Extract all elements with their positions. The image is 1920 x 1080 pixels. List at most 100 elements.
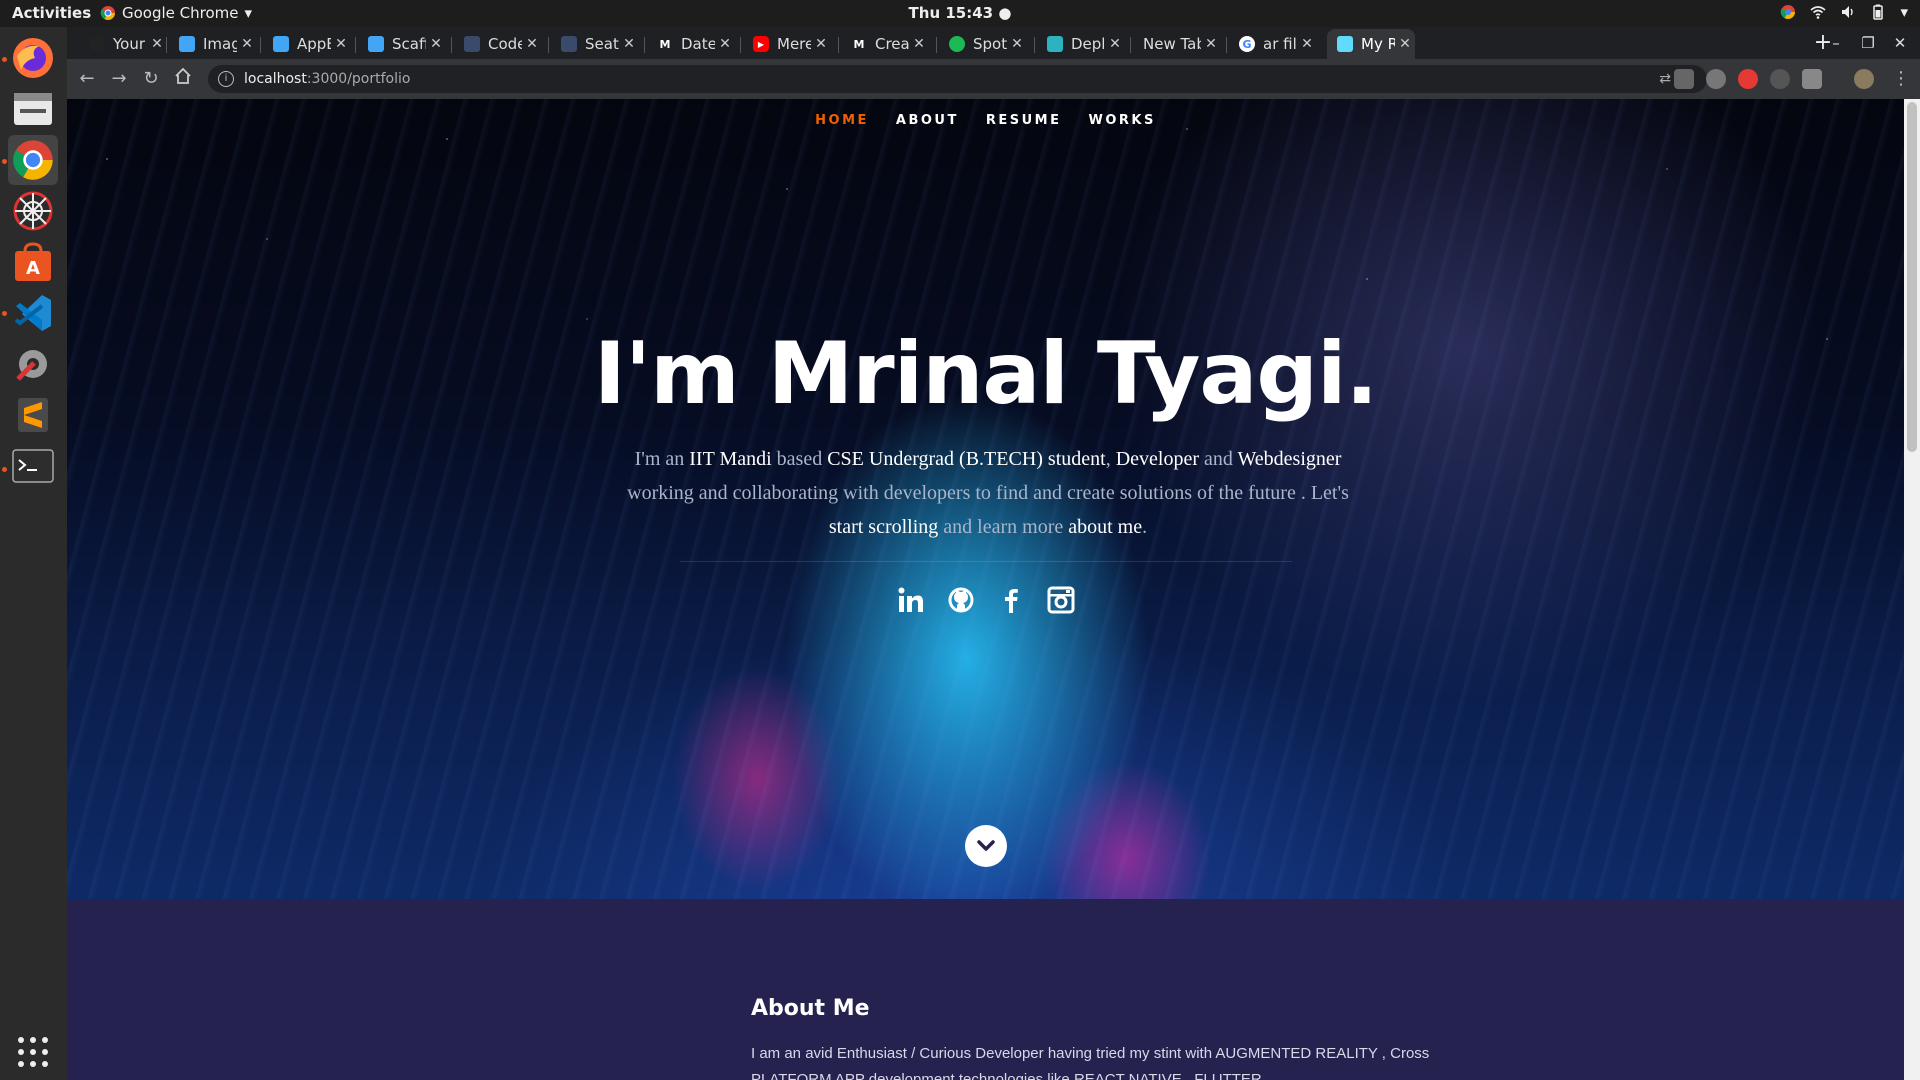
intro-highlight: about me (1068, 516, 1143, 538)
extension-abp-icon[interactable] (1706, 69, 1726, 89)
close-tab-icon[interactable]: ✕ (1395, 36, 1415, 52)
browser-tab[interactable]: Code M✕ (454, 29, 542, 59)
page-scrollbar[interactable] (1904, 99, 1920, 1080)
spider-app-launcher[interactable] (8, 186, 58, 236)
intro-highlight: IIT Mandi (689, 448, 772, 470)
tab-separator (451, 37, 452, 53)
tab-strip: Your Re✕Image cl✕AppBar✕Scaffolc✕Code M✕… (67, 27, 1920, 59)
files-launcher[interactable] (8, 84, 58, 134)
software-center-launcher[interactable]: A (8, 237, 58, 287)
chevron-down-icon (977, 840, 995, 851)
browser-tab[interactable]: AppBar✕ (263, 29, 351, 59)
vscode-launcher[interactable] (8, 288, 58, 338)
close-tab-icon[interactable]: ✕ (909, 36, 929, 52)
nav-link-about[interactable]: ABOUT (896, 113, 959, 128)
facebook-link[interactable] (997, 586, 1025, 614)
home-button[interactable] (171, 67, 195, 91)
intro-text: . (1142, 516, 1148, 538)
firefox-launcher[interactable] (8, 33, 58, 83)
facebook-icon (1004, 589, 1018, 613)
close-tab-icon[interactable]: ✕ (1105, 36, 1125, 52)
browser-tab[interactable]: M Date An✕ (647, 29, 735, 59)
browser-tab[interactable]: Scaffolc✕ (358, 29, 446, 59)
scrollbar-thumb[interactable] (1907, 102, 1917, 452)
browser-tab[interactable]: ▶ Mere Ya✕ (743, 29, 831, 59)
github-icon (948, 587, 973, 613)
tab-title: Scaffolc (392, 35, 426, 53)
sublime-text-icon (18, 398, 48, 432)
close-tab-icon[interactable]: ✕ (426, 36, 446, 52)
browser-tab[interactable]: Image cl✕ (169, 29, 257, 59)
grid-icon (18, 1037, 48, 1067)
close-tab-icon[interactable]: ✕ (619, 36, 639, 52)
close-tab-icon[interactable]: ✕ (237, 36, 257, 52)
browser-tab[interactable]: New Tab ✕ (1133, 29, 1221, 59)
profile-avatar[interactable] (1854, 69, 1874, 89)
app-menu[interactable]: Google Chrome ▾ (100, 4, 252, 22)
chrome-icon (13, 140, 53, 180)
close-tab-icon[interactable]: ✕ (331, 36, 351, 52)
chrome-launcher[interactable] (8, 135, 58, 185)
close-tab-icon[interactable]: ✕ (1297, 36, 1317, 52)
extension-adblock-icon[interactable] (1738, 69, 1758, 89)
browser-tab[interactable]: M Create✕ (841, 29, 929, 59)
youtube-icon: ▶ (753, 36, 769, 52)
linkedin-link[interactable] (897, 586, 925, 614)
caret-down-icon: ▾ (1900, 3, 1908, 21)
browser-tab[interactable]: Spotify✕ (939, 29, 1027, 59)
tab-separator (936, 37, 937, 53)
translate-icon[interactable]: ⇄ (1659, 71, 1671, 87)
address-bar[interactable]: i localhost:3000/portfolio ⇄ ☆ (208, 65, 1707, 93)
tab-separator (1130, 37, 1131, 53)
svg-text:A: A (26, 258, 40, 279)
tab-title: Code M (488, 35, 522, 53)
scroll-down-button[interactable] (965, 825, 1007, 867)
close-tab-icon[interactable]: ✕ (811, 36, 831, 52)
minimize-button[interactable]: – (1824, 31, 1848, 55)
close-tab-icon[interactable]: ✕ (522, 36, 542, 52)
settings-launcher[interactable] (8, 339, 58, 389)
github-link[interactable] (947, 586, 975, 614)
clock[interactable]: Thu 15:43 ● (909, 4, 1012, 22)
reload-button[interactable]: ↻ (139, 67, 163, 91)
close-tab-icon[interactable]: ✕ (715, 36, 735, 52)
browser-tab[interactable]: Gar filter✕ (1229, 29, 1317, 59)
extension-info-icon[interactable] (1770, 69, 1790, 89)
info-icon[interactable]: i (218, 71, 234, 87)
close-tab-icon[interactable]: ✕ (147, 36, 167, 52)
browser-tab[interactable]: Seating✕ (551, 29, 639, 59)
intro-text: working and collaborating with developer… (627, 482, 1349, 504)
system-tray[interactable]: ▾ (1780, 3, 1908, 21)
hero-intro: I'm an IIT Mandi based CSE Undergrad (B.… (624, 442, 1352, 544)
forward-button[interactable]: → (107, 67, 131, 91)
nav-link-home[interactable]: HOME (815, 113, 869, 128)
restore-button[interactable]: ❐ (1856, 31, 1880, 55)
sublime-text-launcher[interactable] (8, 390, 58, 440)
linkedin-icon (898, 587, 923, 612)
close-tab-icon[interactable]: ✕ (1201, 36, 1221, 52)
software-center-icon: A (15, 242, 51, 281)
social-links (67, 586, 1904, 614)
instagram-link[interactable] (1047, 586, 1075, 614)
terminal-launcher[interactable] (8, 441, 58, 491)
netlify-icon (1047, 36, 1063, 52)
chrome-menu-button[interactable]: ⋮ (1889, 67, 1913, 91)
medium-icon: M (853, 37, 865, 51)
extension-help-icon[interactable] (1674, 69, 1694, 89)
wifi-icon (1810, 6, 1826, 19)
nav-link-resume[interactable]: RESUME (986, 113, 1062, 128)
close-tab-icon[interactable]: ✕ (1007, 36, 1027, 52)
close-window-button[interactable]: ✕ (1888, 31, 1912, 55)
nav-link-works[interactable]: WORKS (1089, 113, 1156, 128)
show-applications-button[interactable] (8, 1027, 58, 1077)
activities-button[interactable]: Activities (12, 4, 91, 22)
vscode-icon (14, 295, 51, 331)
kebab-menu-icon: ⋮ (1892, 68, 1910, 89)
back-button[interactable]: ← (75, 67, 99, 91)
extension-misc-icon[interactable] (1802, 69, 1822, 89)
hero-headline: I'm Mrinal Tyagi. (593, 324, 1378, 424)
intro-text: based (771, 448, 828, 470)
browser-tab[interactable]: Deploy✕ (1037, 29, 1125, 59)
browser-tab[interactable]: Your Re✕ (79, 29, 167, 59)
browser-tab[interactable]: My Resu✕ (1327, 29, 1415, 59)
